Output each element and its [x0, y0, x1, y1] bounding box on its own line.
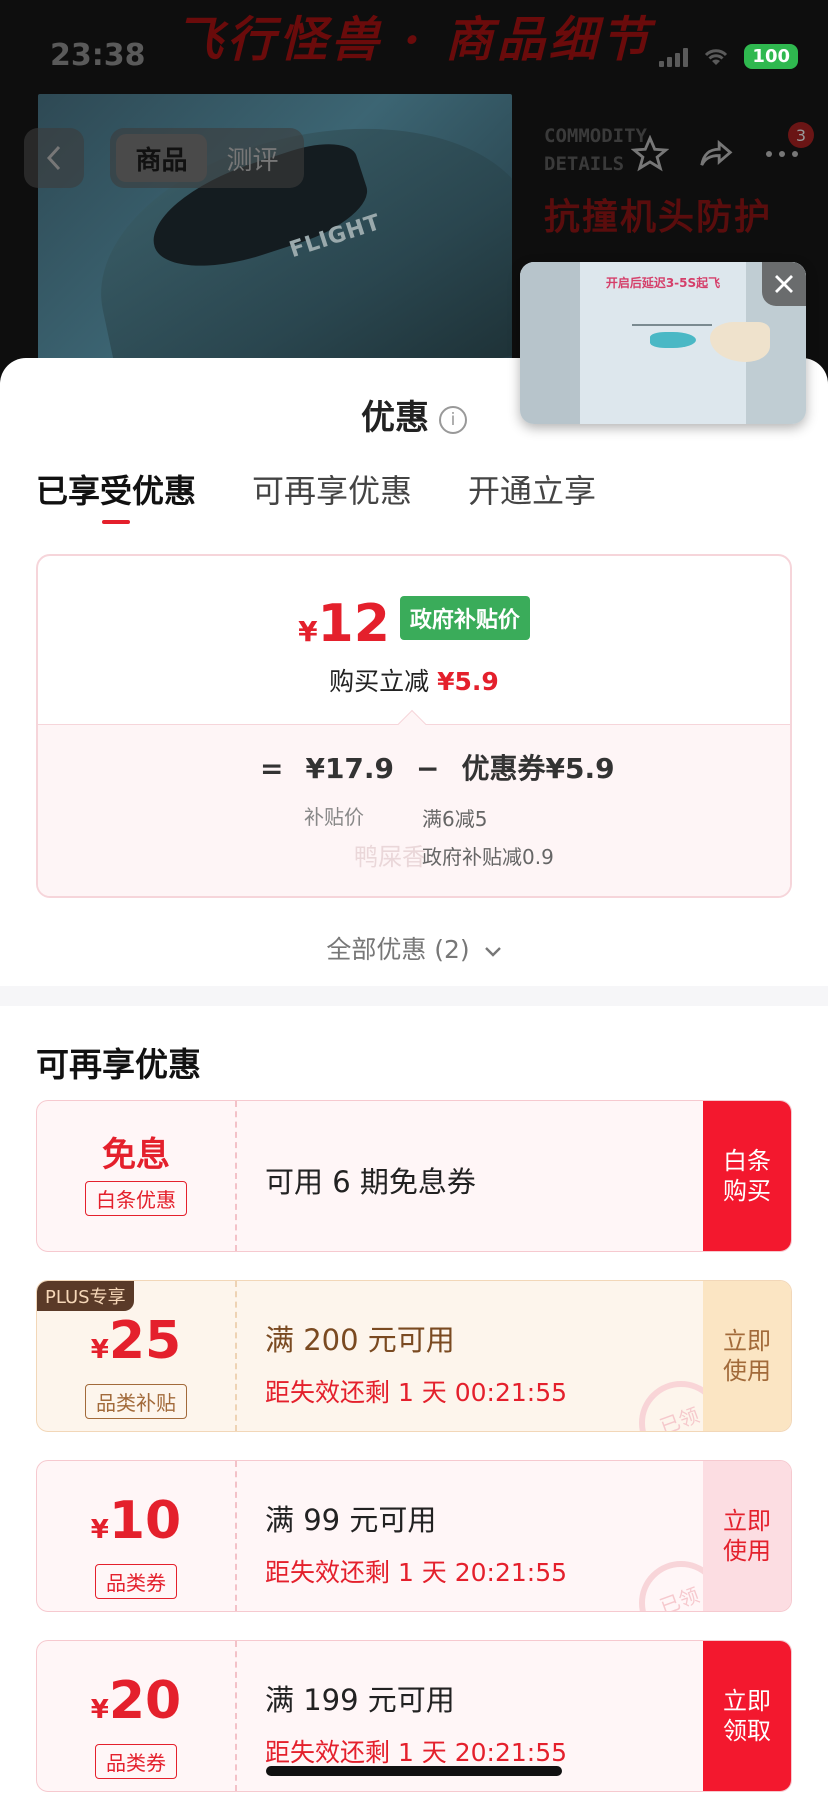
subsidy-price: ¥17.9 — [305, 752, 395, 785]
buy-reduce-line: 购买立减 ¥5.9 — [38, 662, 790, 698]
final-price: 12 — [317, 594, 390, 654]
stamp-text: 已领 — [656, 1402, 703, 1432]
coupon-amount-value: 20 — [108, 1671, 182, 1731]
price-summary-card: ¥12 政府补贴价 购买立减 ¥5.9 = ¥17.9 − 优惠券¥5.9 补贴价… — [36, 554, 792, 898]
reduce-value: ¥5.9 — [437, 667, 499, 696]
star-icon — [631, 135, 669, 172]
more-icon — [766, 151, 798, 157]
more-button[interactable]: 3 — [756, 122, 814, 180]
nav-icons: 3 — [624, 122, 814, 180]
favorite-button[interactable] — [624, 128, 676, 180]
coupon-amount: 免息 — [102, 1135, 170, 1175]
coupon-amount: ¥25 — [37, 1281, 235, 1376]
back-button[interactable] — [24, 128, 84, 188]
coupon-card: ¥10 品类券 满 99 元可用 距失效还剩 1 天 20:21:55 已领 立… — [36, 1460, 792, 1612]
coupon-expire: 距失效还剩 1 天 20:21:55 — [265, 1738, 568, 1767]
video-hand — [710, 322, 770, 362]
status-time: 23:38 — [50, 38, 146, 73]
coupon-left: ¥20 品类券 — [37, 1641, 237, 1791]
coupon-expire: 距失效还剩 1 天 20:21:55 — [265, 1558, 568, 1587]
tab-enjoyed[interactable]: 已享受优惠 — [36, 466, 196, 524]
coupon-amount: ¥20 — [37, 1641, 235, 1736]
share-icon — [700, 139, 733, 166]
status-icons: 100 — [659, 44, 798, 69]
tab-product[interactable]: 商品 — [116, 134, 207, 182]
equals-sign: = — [260, 752, 284, 785]
info-icon[interactable]: i — [439, 406, 467, 434]
available-section-title: 可再享优惠 — [36, 1045, 201, 1084]
gov-subsidy-badge: 政府补贴价 — [399, 596, 530, 640]
chevron-left-icon — [46, 145, 61, 171]
reduce-label: 购买立减 — [329, 667, 430, 696]
coupon-amount-value: 25 — [108, 1311, 182, 1371]
battery-icon: 100 — [744, 44, 798, 69]
coupon-expire: 距失效还剩 1 天 00:21:55 — [265, 1378, 568, 1407]
coupon-total: 优惠券¥5.9 — [461, 752, 615, 785]
tab-activate[interactable]: 开通立享 — [468, 466, 596, 524]
coupon-tag: 白条优惠 — [85, 1181, 187, 1216]
currency-symbol: ¥ — [90, 1695, 109, 1725]
home-indicator[interactable] — [266, 1766, 562, 1776]
tab-review[interactable]: 测评 — [207, 134, 298, 182]
coupon-card: PLUS专享 ¥25 品类补贴 满 200 元可用 距失效还剩 1 天 00:2… — [36, 1280, 792, 1432]
discount-sheet: 优惠 i 已享受优惠 可再享优惠 开通立享 ¥12 政府补贴价 购买立减 ¥5.9 … — [0, 358, 828, 1793]
coupon-tag: 品类券 — [95, 1564, 177, 1599]
currency-symbol: ¥ — [90, 1335, 109, 1365]
close-icon — [775, 275, 793, 293]
coupon-condition: 满 200 元可用 — [265, 1323, 455, 1357]
chevron-down-icon — [484, 947, 501, 957]
sheet-title-text: 优惠 — [361, 398, 429, 438]
coupon-amount: ¥10 — [37, 1461, 235, 1556]
coupon-detail-2: 政府补贴减0.9 — [422, 845, 554, 869]
currency-symbol: ¥ — [90, 1515, 109, 1545]
signal-icon — [659, 47, 689, 67]
coupon-amount-value: 10 — [108, 1491, 182, 1551]
coupon-main: 满 200 元可用 距失效还剩 1 天 00:21:55 已领 — [237, 1281, 723, 1432]
final-price-line: ¥12 政府补贴价 — [38, 594, 790, 654]
summary-top: ¥12 政府补贴价 购买立减 ¥5.9 — [38, 556, 790, 724]
video-caption: 开启后延迟3-5S起飞 — [605, 276, 721, 290]
coupon-action-button[interactable]: 白条 购买 — [703, 1101, 791, 1251]
coupon-detail-1: 满6减5 — [422, 807, 488, 831]
coupon-condition: 满 99 元可用 — [265, 1503, 437, 1537]
tab-available[interactable]: 可再享优惠 — [252, 466, 412, 524]
price-equation: = ¥17.9 − 优惠券¥5.9 — [260, 747, 615, 787]
all-discounts-toggle[interactable]: 全部优惠 (2) — [0, 930, 828, 966]
video-close-button[interactable] — [762, 262, 806, 306]
coupon-left: ¥10 品类券 — [37, 1461, 237, 1611]
feature-text: 抗撞机头防护 — [544, 197, 773, 238]
all-discounts-text: 全部优惠 (2) — [326, 935, 470, 964]
stamp-text: 已领 — [656, 1582, 703, 1612]
floating-video[interactable]: 开启后延迟3-5S起飞 — [520, 262, 806, 424]
coupon-condition: 可用 6 期免息券 — [265, 1165, 476, 1199]
wifi-icon — [702, 47, 730, 67]
coupon-action-button[interactable]: 立即 领取 — [703, 1641, 791, 1791]
subsidy-label: 补贴价 — [304, 805, 364, 829]
coupon-action-button[interactable]: 立即 使用 — [703, 1281, 791, 1431]
currency-symbol: ¥ — [298, 615, 318, 648]
video-left-strip — [520, 262, 580, 424]
notification-badge: 3 — [788, 122, 814, 148]
coupon-tag: 品类补贴 — [85, 1384, 187, 1419]
discount-tabs: 已享受优惠 可再享优惠 开通立享 — [36, 466, 596, 524]
nav-tabs: 商品 测评 — [110, 128, 304, 188]
coupon-condition: 满 199 元可用 — [265, 1683, 455, 1717]
coupon-left: ¥25 品类补贴 — [37, 1281, 237, 1431]
summary-breakdown: = ¥17.9 − 优惠券¥5.9 补贴价 满6减5 鸭屎香 政府补贴减0.9 — [38, 724, 790, 896]
coupon-left: 免息 白条优惠 — [37, 1101, 237, 1251]
coupon-action-button[interactable]: 立即 使用 — [703, 1461, 791, 1611]
minus-sign: − — [416, 752, 440, 785]
video-helicopter-rotor — [632, 324, 712, 326]
coupon-main: 可用 6 期免息券 — [237, 1101, 703, 1251]
coupon-main: 满 99 元可用 距失效还剩 1 天 20:21:55 已领 — [237, 1461, 723, 1612]
watermark: 鸭屎香 — [354, 843, 426, 871]
section-divider — [0, 986, 828, 1006]
video-helicopter — [650, 332, 696, 348]
share-button[interactable] — [690, 128, 742, 180]
coupon-tag: 品类券 — [95, 1744, 177, 1779]
coupon-card: 免息 白条优惠 可用 6 期免息券 白条 购买 — [36, 1100, 792, 1252]
